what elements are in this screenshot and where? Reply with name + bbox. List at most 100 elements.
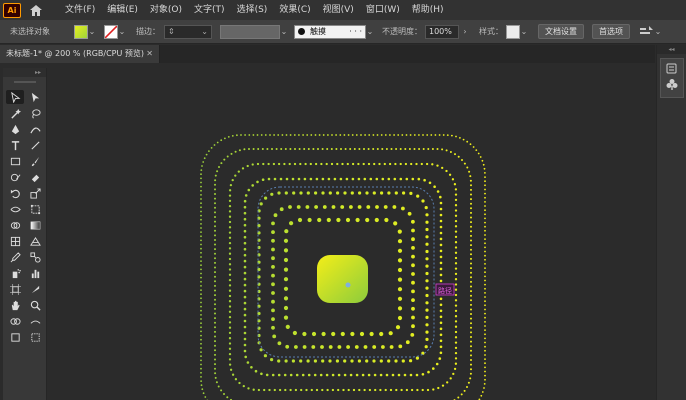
hand-tool-icon[interactable] bbox=[6, 298, 24, 312]
selection-tool-icon[interactable] bbox=[6, 90, 24, 104]
center-rounded-square[interactable] bbox=[317, 255, 368, 303]
libraries-icon[interactable] bbox=[666, 63, 677, 77]
halftone-dot bbox=[326, 148, 329, 150]
arrange-dropdown-icon[interactable]: ⌄ bbox=[654, 27, 662, 36]
stroke-weight-dropdown-icon[interactable]: ⌄ bbox=[201, 27, 208, 36]
halftone-dot bbox=[451, 178, 455, 181]
halftone-dot bbox=[228, 199, 232, 203]
halftone-dot bbox=[484, 184, 486, 187]
pen-tool-icon[interactable] bbox=[6, 122, 24, 136]
halftone-dot bbox=[236, 134, 238, 137]
no-stroke-icon bbox=[105, 25, 117, 38]
halftone-dot bbox=[481, 391, 484, 393]
stroke-stepper-icon[interactable]: ⇕ bbox=[168, 27, 175, 36]
column-graph-tool-icon[interactable] bbox=[26, 266, 44, 280]
brush-definition[interactable]: 触摸 · · · bbox=[294, 24, 366, 39]
lasso-tool-icon[interactable] bbox=[26, 106, 44, 120]
document-tab[interactable]: 未标题-1* @ 200 % (RGB/CPU 预览) ✕ bbox=[0, 45, 160, 63]
slice-tool-icon[interactable] bbox=[26, 282, 44, 296]
halftone-dot bbox=[303, 148, 306, 150]
brush-dropdown-icon[interactable]: ⌄ bbox=[366, 27, 374, 36]
halftone-dot bbox=[228, 215, 232, 218]
halftone-dot bbox=[320, 162, 323, 166]
direct-selection-tool-icon[interactable] bbox=[26, 90, 44, 104]
halftone-dot bbox=[337, 345, 342, 349]
curvature-tool-icon[interactable] bbox=[26, 122, 44, 136]
opacity-expand-icon[interactable]: › bbox=[461, 27, 469, 36]
rectangle-tool-icon[interactable] bbox=[6, 154, 24, 168]
menu-window[interactable]: 窗口(W) bbox=[360, 0, 406, 20]
menu-object[interactable]: 对象(O) bbox=[144, 0, 188, 20]
fill-swatch[interactable] bbox=[74, 24, 88, 39]
shaper-tool-icon[interactable] bbox=[6, 170, 24, 184]
menu-select[interactable]: 选择(S) bbox=[231, 0, 274, 20]
free-transform-tool-icon[interactable] bbox=[26, 202, 44, 216]
line-tool-icon[interactable] bbox=[26, 138, 44, 152]
preferences-button[interactable]: 首选项 bbox=[592, 24, 630, 39]
halftone-dot bbox=[454, 214, 458, 217]
menu-help[interactable]: 帮助(H) bbox=[406, 0, 450, 20]
halftone-dot bbox=[454, 153, 456, 156]
halftone-dot bbox=[224, 137, 226, 140]
opacity-field[interactable]: 100% bbox=[425, 24, 459, 39]
halftone-dot bbox=[432, 388, 435, 391]
document-setup-button[interactable]: 文档设置 bbox=[538, 24, 584, 39]
menu-type[interactable]: 文字(T) bbox=[188, 0, 231, 20]
stroke-dropdown-icon[interactable]: ⌄ bbox=[118, 27, 126, 36]
halftone-dot bbox=[240, 134, 242, 136]
artboard-canvas[interactable]: 路径 bbox=[48, 63, 655, 400]
halftone-dot bbox=[247, 387, 250, 390]
shape-builder-tool-icon[interactable] bbox=[6, 218, 24, 232]
anchor-point[interactable] bbox=[345, 282, 351, 288]
draw-mode-icon[interactable] bbox=[26, 330, 44, 344]
fill-dropdown-icon[interactable]: ⌄ bbox=[88, 27, 96, 36]
home-icon[interactable] bbox=[27, 1, 45, 19]
opacity-label[interactable]: 不透明度： bbox=[382, 26, 422, 37]
halftone-dot bbox=[385, 373, 389, 377]
zoom-tool-icon[interactable] bbox=[26, 298, 44, 312]
tools-panel-grip[interactable] bbox=[3, 77, 46, 87]
blend-tool-icon[interactable] bbox=[26, 250, 44, 264]
type-tool-icon[interactable] bbox=[6, 138, 24, 152]
mesh-tool-icon[interactable] bbox=[6, 234, 24, 248]
halftone-dot bbox=[484, 221, 486, 224]
gradient-tool-icon[interactable] bbox=[26, 218, 44, 232]
eraser-tool-icon[interactable] bbox=[26, 170, 44, 184]
style-dropdown-icon[interactable]: ⌄ bbox=[520, 27, 528, 36]
halftone-dot bbox=[482, 163, 485, 166]
color-mode-icon[interactable] bbox=[6, 330, 24, 344]
artboard-tool-icon[interactable] bbox=[6, 282, 24, 296]
symbols-icon[interactable] bbox=[666, 78, 678, 93]
default-colors-icon[interactable] bbox=[26, 314, 44, 328]
menu-edit[interactable]: 编辑(E) bbox=[101, 0, 144, 20]
menu-file[interactable]: 文件(F) bbox=[59, 0, 101, 20]
perspective-grid-tool-icon[interactable] bbox=[26, 234, 44, 248]
halftone-dot bbox=[228, 326, 232, 329]
rotate-tool-icon[interactable] bbox=[6, 186, 24, 200]
width-tool-icon[interactable] bbox=[6, 202, 24, 216]
stroke-swatch[interactable] bbox=[104, 24, 118, 39]
menu-view[interactable]: 视图(V) bbox=[317, 0, 360, 20]
halftone-dot bbox=[214, 376, 217, 379]
tools-panel-collapse-icon[interactable]: ▸▸ bbox=[3, 68, 46, 77]
graphic-style-swatch[interactable] bbox=[506, 24, 520, 39]
close-icon[interactable]: ✕ bbox=[146, 45, 153, 63]
menu-effect[interactable]: 效果(C) bbox=[273, 0, 316, 20]
halftone-dot bbox=[243, 259, 247, 263]
halftone-dot bbox=[277, 162, 281, 166]
eyedropper-tool-icon[interactable] bbox=[6, 250, 24, 264]
paintbrush-tool-icon[interactable] bbox=[26, 154, 44, 168]
profile-dropdown-icon[interactable]: ⌄ bbox=[280, 27, 288, 36]
stroke-weight-field[interactable]: ⇕ ⌄ bbox=[164, 24, 212, 39]
halftone-dot bbox=[214, 280, 216, 283]
variable-width-profile[interactable] bbox=[220, 24, 280, 39]
fill-stroke-swap-icon[interactable] bbox=[6, 314, 24, 328]
magic-wand-tool-icon[interactable] bbox=[6, 106, 24, 120]
scale-tool-icon[interactable] bbox=[26, 186, 44, 200]
halftone-dot bbox=[330, 148, 333, 150]
right-panel-collapse-icon[interactable]: ◂◂ bbox=[657, 45, 686, 54]
halftone-dot bbox=[470, 225, 472, 228]
arrange-documents-icon[interactable] bbox=[640, 25, 654, 38]
halftone-dot bbox=[439, 225, 443, 229]
symbol-sprayer-tool-icon[interactable] bbox=[6, 266, 24, 280]
